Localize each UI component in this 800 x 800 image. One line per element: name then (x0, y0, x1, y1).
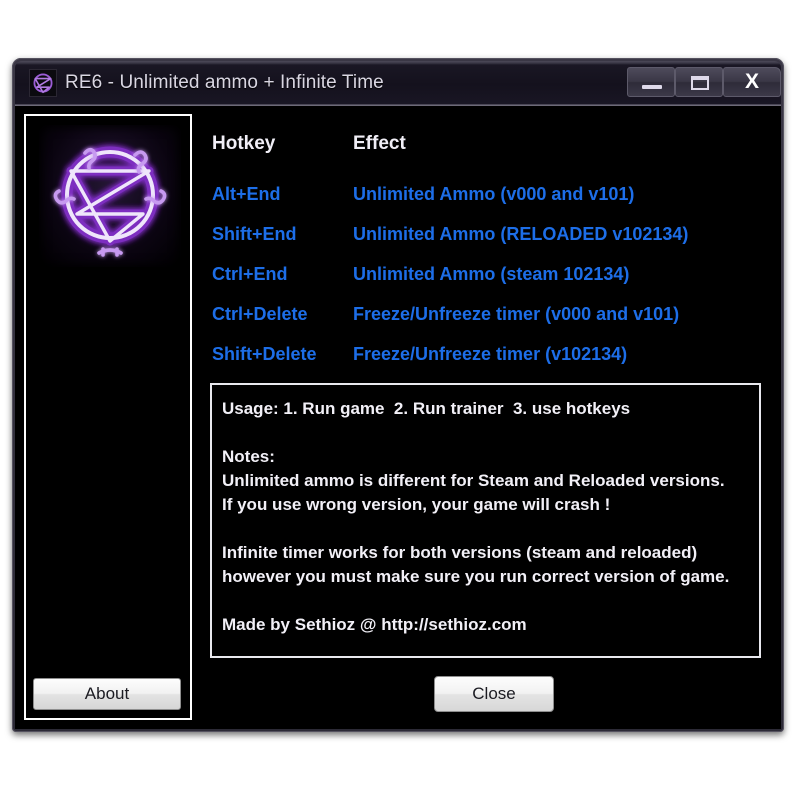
usage-notes-panel: Usage: 1. Run game 2. Run trainer 3. use… (210, 383, 761, 658)
column-header-hotkey: Hotkey (212, 133, 276, 154)
note-line: Unlimited ammo is different for Steam an… (222, 471, 725, 490)
close-icon: X (744, 70, 759, 93)
minimize-icon (642, 85, 662, 89)
note-spacer (222, 421, 759, 445)
hotkey-row: Alt+End Unlimited Ammo (v000 and v101) (198, 184, 772, 208)
window-inner-frame: RE6 - Unlimited ammo + Infinite Time X A… (12, 58, 784, 732)
sigil-of-baphomet-logo (39, 125, 181, 267)
note-line: Made by Sethioz @ http://sethioz.com (222, 615, 527, 634)
note-line: If you use wrong version, your game will… (222, 495, 611, 514)
client-area: About Hotkey Effect Alt+End Unlimited Amm… (15, 105, 781, 729)
hotkey-combo: Ctrl+Delete (212, 304, 308, 324)
hotkey-combo: Alt+End (212, 184, 281, 204)
note-line: Infinite timer works for both versions (… (222, 543, 698, 562)
close-window-button[interactable]: X (723, 67, 781, 97)
maximize-icon (691, 76, 709, 90)
close-button[interactable]: Close (434, 676, 554, 712)
window-title: RE6 - Unlimited ammo + Infinite Time (65, 72, 384, 93)
hotkey-combo: Shift+End (212, 224, 297, 244)
hotkey-row: Ctrl+End Unlimited Ammo (steam 102134) (198, 264, 772, 288)
note-spacer (222, 517, 759, 541)
hotkey-row: Shift+Delete Freeze/Unfreeze timer (v1021… (198, 344, 772, 368)
hotkey-effect: Unlimited Ammo (v000 and v101) (353, 184, 635, 204)
title-bar[interactable]: RE6 - Unlimited ammo + Infinite Time X (15, 61, 781, 105)
trainer-window: RE6 - Unlimited ammo + Infinite Time X A… (12, 58, 784, 732)
hotkey-effect: Freeze/Unfreeze timer (v102134) (353, 344, 628, 364)
column-header-effect: Effect (353, 133, 406, 154)
hotkey-effect: Unlimited Ammo (steam 102134) (353, 264, 630, 284)
main-panel: Hotkey Effect Alt+End Unlimited Ammo (v00… (198, 114, 772, 720)
hotkey-row: Shift+End Unlimited Ammo (RELOADED v10213… (198, 224, 772, 248)
maximize-button[interactable] (675, 67, 723, 97)
sidebar-panel: About (24, 114, 192, 720)
hotkey-combo: Shift+Delete (212, 344, 317, 364)
about-button[interactable]: About (33, 678, 181, 710)
hotkey-effect: Unlimited Ammo (RELOADED v102134) (353, 224, 689, 244)
hotkey-row: Ctrl+Delete Freeze/Unfreeze timer (v000 a… (198, 304, 772, 328)
pentagram-icon (29, 69, 57, 97)
note-spacer (222, 589, 759, 613)
minimize-button[interactable] (627, 67, 675, 97)
note-line: Notes: (222, 447, 275, 466)
note-line: Usage: 1. Run game 2. Run trainer 3. use… (222, 399, 631, 418)
hotkey-effect: Freeze/Unfreeze timer (v000 and v101) (353, 304, 680, 324)
note-line: however you must make sure you run corre… (222, 567, 730, 586)
hotkey-combo: Ctrl+End (212, 264, 288, 284)
